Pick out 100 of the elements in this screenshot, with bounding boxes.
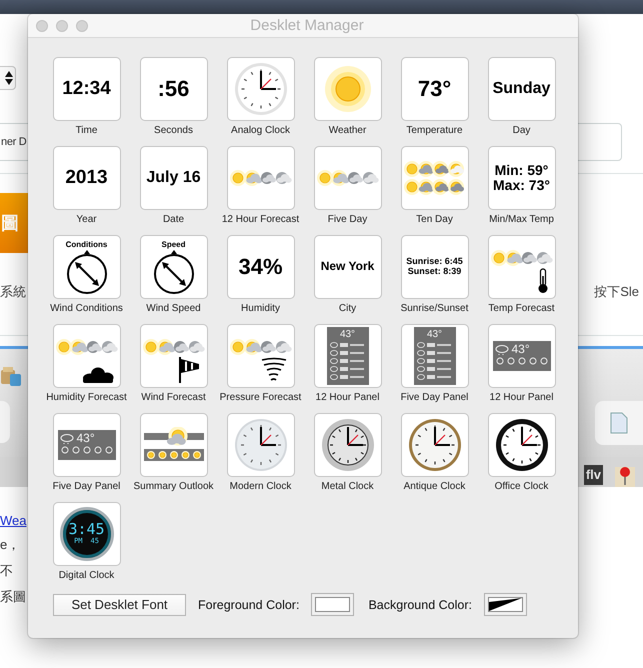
desklet-label: Year xyxy=(76,213,97,226)
color-well[interactable] xyxy=(484,593,527,616)
link[interactable]: Wea xyxy=(0,513,26,528)
desklet-tile[interactable] xyxy=(314,413,382,477)
clock-icon xyxy=(320,417,376,473)
desklet-label: Wind Forecast xyxy=(141,391,206,404)
color-label: Foreground Color: xyxy=(198,598,300,612)
tile-text: Sunrise: 6:45 xyxy=(406,257,463,267)
desklet-label: Digital Clock xyxy=(58,569,114,582)
file-icon xyxy=(610,412,628,434)
desklet-label: Five Day xyxy=(328,213,368,226)
desklet-label: Summary Outlook xyxy=(133,480,214,493)
desklet-label: Five Day Panel xyxy=(52,480,120,493)
desklet-tile[interactable] xyxy=(140,413,208,477)
clock-icon xyxy=(406,417,462,473)
forecast-rows-drawing xyxy=(328,340,366,382)
tile-caption: Speed xyxy=(161,240,186,249)
desklet-label: Pressure Forecast xyxy=(220,391,302,404)
tile-text: 12:34 xyxy=(62,78,111,100)
tornado-icon xyxy=(260,357,288,383)
desklet-tile[interactable]: 12:34 xyxy=(52,57,120,121)
windsock-icon xyxy=(176,355,200,383)
desklet-label: Sunrise/Sunset xyxy=(400,302,468,315)
desklet-tile[interactable] xyxy=(226,413,294,477)
page-text: 按下Sle xyxy=(594,283,639,301)
desklet-label: Antique Clock xyxy=(404,480,466,493)
desklet-tile[interactable]: 34% xyxy=(226,235,294,299)
desklet-tile[interactable]: Min: 59° Max: 73° xyxy=(488,146,556,210)
forecast-rows-drawing xyxy=(60,445,114,455)
page-text: e， xyxy=(0,536,20,554)
forecast-rows-drawing xyxy=(494,356,548,366)
clock-time: 3:45 xyxy=(68,522,105,537)
desklet-tile[interactable]: Speed xyxy=(140,235,208,299)
file-type-badge[interactable]: flv xyxy=(584,465,603,485)
forecast-summary-drawing xyxy=(144,427,204,463)
desklet-tile[interactable]: New York xyxy=(314,235,382,299)
tile-text: July 16 xyxy=(146,169,201,187)
desklet-tile[interactable]: 43° xyxy=(488,324,556,388)
cloud-icon xyxy=(494,344,508,356)
forecast-icons-drawing xyxy=(56,338,118,356)
package-icon[interactable] xyxy=(0,365,22,387)
map-pin-icon[interactable] xyxy=(615,465,635,487)
desklet-tile[interactable]: 43° xyxy=(52,413,120,477)
desklet-tile[interactable] xyxy=(140,324,208,388)
page-text: 系統 xyxy=(0,283,26,301)
desklet-label: Day xyxy=(512,124,530,137)
desklet-tile[interactable] xyxy=(226,146,294,210)
desklet-tile[interactable] xyxy=(400,413,468,477)
desklet-label: 12 Hour Panel xyxy=(316,391,380,404)
desklet-tile[interactable] xyxy=(226,324,294,388)
clock-icon xyxy=(232,417,288,473)
desklet-tile[interactable] xyxy=(400,146,468,210)
tile-text: :56 xyxy=(158,76,190,102)
desklet-tile[interactable]: Conditions xyxy=(52,235,120,299)
toolbar-button[interactable] xyxy=(595,401,643,445)
tile-caption: Conditions xyxy=(66,240,108,249)
forecast-icons-drawing xyxy=(316,169,378,187)
tile-text: 2013 xyxy=(65,168,108,188)
desklet-tile[interactable] xyxy=(226,57,294,121)
desklet-label: Temperature xyxy=(406,124,463,137)
cloud-icon xyxy=(82,367,114,383)
desklet-tile[interactable] xyxy=(314,146,382,210)
desklet-tile[interactable]: 73° xyxy=(400,57,468,121)
desklet-label: Temp Forecast xyxy=(488,302,555,315)
forecast-rows-drawing xyxy=(416,340,454,382)
desklet-label: Ten Day xyxy=(416,213,453,226)
dial-icon xyxy=(152,250,194,294)
desklet-label: Analog Clock xyxy=(231,124,290,137)
desklet-label: Office Clock xyxy=(494,480,548,493)
color-well[interactable] xyxy=(311,593,354,616)
desklet-label: Humidity xyxy=(241,302,280,315)
desklet-label: Metal Clock xyxy=(321,480,374,493)
desklet-tile[interactable] xyxy=(488,413,556,477)
desklet-tile[interactable]: July 16 xyxy=(140,146,208,210)
desklet-tile[interactable]: 43° xyxy=(314,324,382,388)
desklet-label: Five Day Panel xyxy=(400,391,468,404)
font-button[interactable]: Set Desklet Font xyxy=(53,594,186,616)
clock-icon xyxy=(494,417,550,473)
desklet-tile[interactable]: Sunrise: 6:45 Sunset: 8:39 xyxy=(400,235,468,299)
desklet-tile[interactable] xyxy=(488,235,556,299)
tile-text: Max: 73° xyxy=(493,178,550,194)
dial-icon xyxy=(66,250,108,294)
forecast-icons-drawing xyxy=(230,169,292,187)
desklet-label: Time xyxy=(76,124,98,137)
desklet-tile[interactable]: :56 xyxy=(140,57,208,121)
desklet-tile[interactable]: Sunday xyxy=(488,57,556,121)
page-text: 不 xyxy=(0,562,13,580)
desklet-tile[interactable] xyxy=(52,324,120,388)
forecast-icons-drawing xyxy=(490,249,552,267)
desklet-label: Modern Clock xyxy=(230,480,292,493)
forecast-icons-drawing xyxy=(404,160,466,196)
tile-text: 73° xyxy=(418,76,452,102)
desklet-label: Humidity Forecast xyxy=(46,391,127,404)
tile-text: Min: 59° xyxy=(494,162,548,178)
desklet-label: Wind Speed xyxy=(146,302,201,315)
desklet-tile[interactable] xyxy=(314,57,382,121)
desklet-tile[interactable]: 2013 xyxy=(52,146,120,210)
tile-text: New York xyxy=(320,260,374,274)
desklet-tile[interactable]: 43° xyxy=(400,324,468,388)
desklet-label: Seconds xyxy=(154,124,193,137)
